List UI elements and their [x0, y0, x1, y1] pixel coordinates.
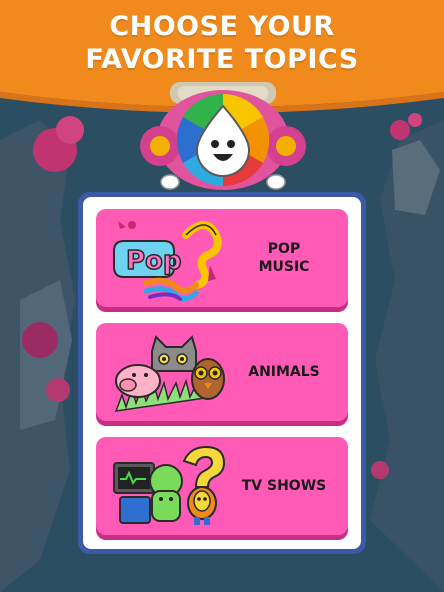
- animals-icon: [114, 335, 225, 412]
- topic-label-animals: ANIMALS: [234, 363, 334, 381]
- pop-music-icon: Pop: [113, 221, 222, 301]
- topic-label-line-1: TV SHOWS: [241, 478, 327, 494]
- topic-label-line-2: MUSIC: [258, 259, 310, 275]
- svg-text:Pop: Pop: [126, 246, 182, 276]
- topic-label-tv-shows: TV SHOWS: [234, 477, 334, 495]
- topics-list: Pop POP MUSIC ANIMALS TV SHOWS: [83, 197, 361, 549]
- topic-label-line-1: POP: [267, 241, 301, 257]
- topic-card-tv-shows[interactable]: TV SHOWS: [96, 437, 348, 535]
- topics-panel: Pop POP MUSIC ANIMALS TV SHOWS: [78, 192, 366, 554]
- page-title: CHOOSE YOUR FAVORITE TOPICS: [0, 10, 444, 76]
- topic-card-animals[interactable]: ANIMALS: [96, 323, 348, 421]
- title-line-1: CHOOSE YOUR: [109, 11, 335, 42]
- title-line-2: FAVORITE TOPICS: [85, 44, 359, 75]
- mascot-willy-icon: [140, 82, 306, 190]
- tv-shows-icon: [113, 445, 226, 525]
- topic-label-line-1: ANIMALS: [248, 364, 320, 380]
- topic-label-pop-music: POP MUSIC: [234, 240, 334, 276]
- topic-card-pop-music[interactable]: Pop POP MUSIC: [96, 209, 348, 307]
